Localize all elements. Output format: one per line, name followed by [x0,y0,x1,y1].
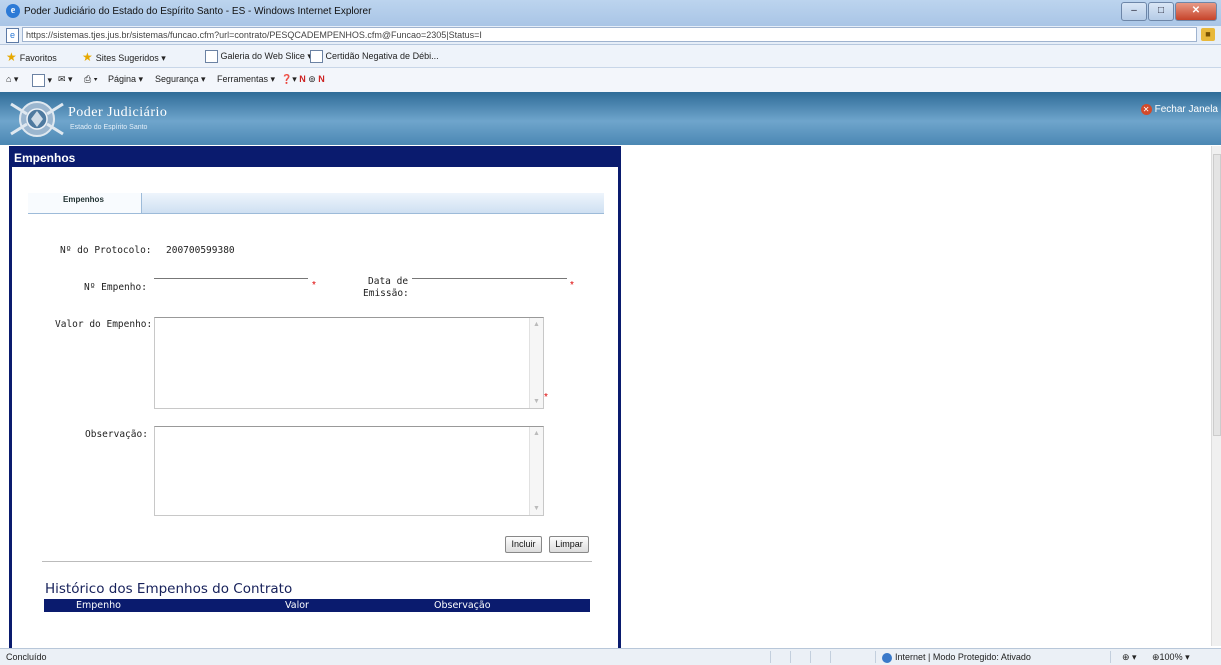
close-app-label: Fechar Janela [1154,104,1218,116]
security-zone-label: Internet | Modo Protegido: Ativado [895,652,1031,662]
url-field[interactable]: https://sistemas.tjes.jus.br/sistemas/fu… [22,27,1197,42]
panel-title: Empenhos [12,149,620,167]
observacao-textarea[interactable]: ▲ ▼ [154,426,544,516]
security-zone[interactable]: Internet | Modo Protegido: Ativado [882,649,1031,665]
page-icon: e [6,28,19,43]
print-icon[interactable]: ⎙ ▾ [84,74,97,85]
favorite-item-certidao[interactable]: Certidão Negativa de Débi... [310,50,439,63]
scrollbar-thumb[interactable] [1213,154,1221,436]
app-header: Poder Judiciário Estado do Espírito Sant… [0,92,1221,145]
favorite-item-label: Sites Sugeridos ▾ [95,53,166,63]
favorite-item-label: Certidão Negativa de Débi... [325,50,439,61]
window-controls: – □ ✕ [1120,2,1217,21]
data-emissao-input[interactable] [412,278,567,295]
valor-scrollbar[interactable]: ▲ ▼ [529,318,543,408]
tab-bar: Empenhos [28,193,604,214]
add-favorite-icon: ★ [82,50,93,64]
tab-empenhos[interactable]: Empenhos [28,193,142,213]
zoom-level: 100% [1159,652,1183,662]
maximize-button[interactable]: □ [1148,2,1174,21]
empenho-label: Nº Empenho: [84,282,147,293]
internet-explorer-icon: e [6,4,20,18]
coat-of-arms-logo [10,101,64,137]
close-app-link[interactable]: ✕ Fechar Janela [1140,104,1218,116]
window-title: Poder Judiciário do Estado do Espírito S… [24,6,372,17]
favorite-item-sites-sugeridos[interactable]: ★ Sites Sugeridos ▾ [82,50,166,64]
page-scrollbar[interactable] [1211,146,1221,646]
star-icon: ★ [6,50,17,64]
app-subtitle: Estado do Espírito Santo [70,124,148,131]
protocolo-label: Nº do Protocolo: [60,245,152,256]
close-window-button[interactable]: ✕ [1175,2,1217,21]
protocolo-value: 200700599380 [166,245,235,256]
address-bar: e https://sistemas.tjes.jus.br/sistemas/… [0,26,1221,45]
favorite-item-label: Galeria do Web Slice ▾ [220,50,312,61]
limpar-button[interactable]: Limpar [549,536,589,553]
status-text: Concluído [6,652,47,662]
empenhos-panel: Empenhos Empenhos Nº do Protocolo: 20070… [9,146,621,648]
observacao-label: Observação: [85,429,148,440]
data-emissao-label-line2: Emissão: [363,288,409,299]
close-icon: ✕ [1140,104,1152,115]
lock-icon[interactable]: ■ [1201,28,1215,41]
menu-pagina[interactable]: Página ▾ [108,74,143,85]
required-mark: * [570,280,574,291]
globe-icon [882,652,892,663]
favorites-button[interactable]: ★ Favoritos [6,50,57,64]
column-observacao: Observação [434,600,491,611]
home-icon[interactable]: ⌂ ▾ [6,74,18,85]
empenho-input[interactable] [154,278,308,295]
mail-icon[interactable]: ✉ ▾ [58,74,73,85]
help-icon[interactable]: ❓▾ N ⊚ N [281,74,325,85]
valor-textarea[interactable]: ▲ ▼ [154,317,544,409]
favorites-bar: ★ Favoritos ★ Sites Sugeridos ▾ Galeria do… [0,45,1221,68]
zoom-control[interactable]: ⊕100% ▾ [1152,649,1190,665]
command-bar: ⌂ ▾ ▾ ✉ ▾ ⎙ ▾ Página ▾ Segurança ▾ Ferra… [0,68,1221,93]
incluir-button[interactable]: Incluir [505,536,542,553]
favorite-item-web-slice[interactable]: Galeria do Web Slice ▾ [205,50,312,63]
history-table-header: Empenho Valor Observação [44,599,590,612]
history-title: Histórico dos Empenhos do Contrato [45,581,293,597]
section-divider [42,561,592,562]
required-mark: * [312,280,316,291]
observacao-scrollbar[interactable]: ▲ ▼ [529,427,543,515]
web-slice-icon [205,50,218,63]
page-icon [310,50,323,63]
column-valor: Valor [285,600,309,611]
favorites-label: Favoritos [19,53,57,63]
menu-ferramentas[interactable]: Ferramentas ▾ [217,74,275,85]
minimize-button[interactable]: – [1121,2,1147,21]
data-emissao-label-line1: Data de [368,276,409,287]
window-title-bar: e Poder Judiciário do Estado do Espírito… [0,0,1221,27]
valor-label: Valor do Empenho: [55,319,153,330]
protected-mode-icon[interactable]: ⊕ ▾ [1122,649,1137,665]
feeds-icon[interactable]: ▾ [32,74,52,87]
status-bar: Concluído Internet | Modo Protegido: Ati… [0,648,1221,665]
column-empenho: Empenho [76,600,121,611]
required-mark: * [544,392,548,403]
app-title: Poder Judiciário [68,105,168,120]
menu-seguranca[interactable]: Segurança ▾ [155,74,206,85]
